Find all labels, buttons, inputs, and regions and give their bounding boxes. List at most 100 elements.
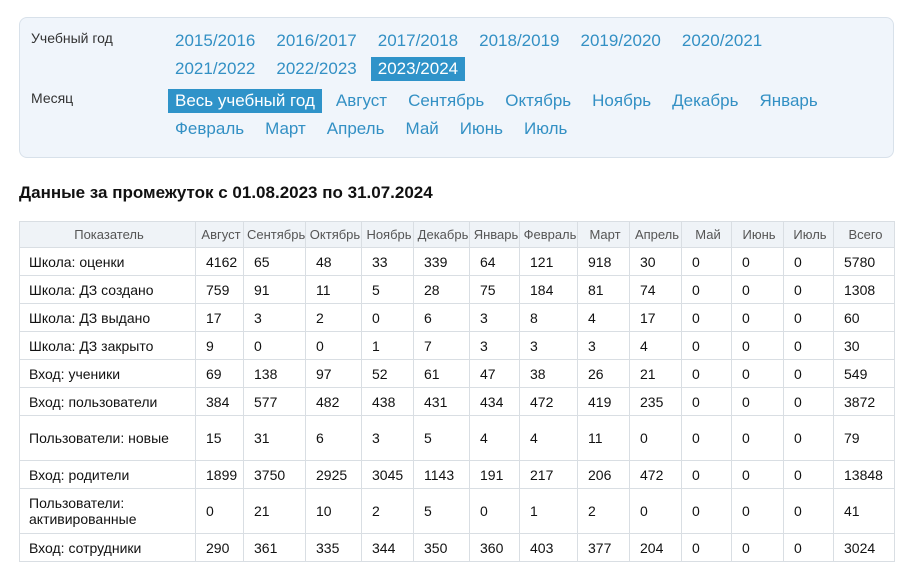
statistics-table: Показатель Август Сентябрь Октябрь Ноябрь Дек… — [19, 221, 895, 562]
table-row: Вход: родители 1899 3750 2925 3045 1143 191 217… — [19, 460, 895, 489]
year-option[interactable]: 2015/2016 — [168, 29, 262, 53]
column-header: Январь — [469, 221, 520, 248]
table-cell: 1308 — [833, 275, 895, 304]
table-cell: 5 — [413, 488, 470, 534]
month-option[interactable]: Ноябрь — [585, 89, 658, 113]
table-cell: 65 — [243, 247, 306, 276]
table-cell: 0 — [783, 533, 834, 562]
row-label: Вход: сотрудники — [19, 533, 196, 562]
month-option[interactable]: Весь учебный год — [168, 89, 322, 113]
month-option[interactable]: Апрель — [320, 117, 392, 141]
table-cell: 0 — [783, 275, 834, 304]
table-cell: 91 — [243, 275, 306, 304]
month-filter-label: Месяц — [31, 90, 74, 106]
table-cell: 4162 — [195, 247, 244, 276]
table-row: Школа: оценки 4162 65 48 33 339 64 121 918 30 0 0 0 5… — [19, 247, 895, 276]
table-cell: 0 — [783, 415, 834, 461]
table-cell: 26 — [577, 359, 630, 388]
column-header: Октябрь — [305, 221, 362, 248]
table-cell: 1 — [361, 331, 414, 360]
table-cell: 0 — [783, 331, 834, 360]
column-header: Май — [681, 221, 732, 248]
table-cell: 0 — [681, 331, 732, 360]
year-option[interactable]: 2020/2021 — [675, 29, 769, 53]
month-option[interactable]: Май — [398, 117, 445, 141]
table-cell: 0 — [783, 460, 834, 489]
table-cell: 918 — [577, 247, 630, 276]
table-cell: 1899 — [195, 460, 244, 489]
table-cell: 5 — [413, 415, 470, 461]
table-cell: 0 — [469, 488, 520, 534]
year-filter-label: Учебный год — [31, 30, 113, 46]
year-option[interactable]: 2017/2018 — [371, 29, 465, 53]
table-cell: 0 — [731, 415, 784, 461]
table-cell: 0 — [783, 488, 834, 534]
year-option[interactable]: 2021/2022 — [168, 57, 262, 81]
table-cell: 472 — [519, 387, 578, 416]
table-cell: 81 — [577, 275, 630, 304]
table-cell: 3024 — [833, 533, 895, 562]
month-option[interactable]: Декабрь — [665, 89, 745, 113]
table-cell: 0 — [731, 533, 784, 562]
table-cell: 9 — [195, 331, 244, 360]
table-cell: 217 — [519, 460, 578, 489]
table-cell: 2 — [361, 488, 414, 534]
row-label: Пользователи: активированные — [19, 488, 196, 534]
month-option[interactable]: Октябрь — [498, 89, 578, 113]
table-cell: 38 — [519, 359, 578, 388]
table-cell: 0 — [783, 387, 834, 416]
table-cell: 75 — [469, 275, 520, 304]
month-option[interactable]: Июнь — [453, 117, 510, 141]
table-cell: 204 — [629, 533, 682, 562]
table-cell: 759 — [195, 275, 244, 304]
table-cell: 434 — [469, 387, 520, 416]
column-header: Ноябрь — [361, 221, 414, 248]
table-cell: 30 — [833, 331, 895, 360]
table-cell: 0 — [195, 488, 244, 534]
table-cell: 0 — [629, 488, 682, 534]
table-row: Школа: ДЗ выдано 17 3 2 0 6 3 8 4 17 0 0 0 60 — [19, 303, 895, 332]
month-option[interactable]: Август — [329, 89, 394, 113]
table-cell: 4 — [469, 415, 520, 461]
table-row: Вход: сотрудники 290 361 335 344 350 360 403 377… — [19, 533, 895, 562]
table-cell: 8 — [519, 303, 578, 332]
month-option[interactable]: Февраль — [168, 117, 251, 141]
month-option[interactable]: Июль — [517, 117, 574, 141]
year-option[interactable]: 2016/2017 — [269, 29, 363, 53]
table-cell: 0 — [731, 387, 784, 416]
period-heading: Данные за промежуток с 01.08.2023 по 31.… — [19, 183, 433, 202]
column-header: Июль — [783, 221, 834, 248]
table-cell: 206 — [577, 460, 630, 489]
table-cell: 0 — [731, 359, 784, 388]
table-cell: 52 — [361, 359, 414, 388]
table-cell: 360 — [469, 533, 520, 562]
table-cell: 0 — [731, 331, 784, 360]
table-cell: 41 — [833, 488, 895, 534]
table-cell: 350 — [413, 533, 470, 562]
table-cell: 6 — [413, 303, 470, 332]
table-cell: 549 — [833, 359, 895, 388]
table-cell: 0 — [783, 359, 834, 388]
table-row: Пользователи: новые 15 31 6 3 5 4 4 11 0 0 0 0 79 — [19, 415, 895, 461]
table-cell: 0 — [783, 303, 834, 332]
month-option[interactable]: Январь — [752, 89, 824, 113]
table-cell: 121 — [519, 247, 578, 276]
table-cell: 3 — [243, 303, 306, 332]
year-option[interactable]: 2019/2020 — [574, 29, 668, 53]
table-cell: 15 — [195, 415, 244, 461]
table-cell: 384 — [195, 387, 244, 416]
month-option[interactable]: Март — [258, 117, 313, 141]
table-cell: 482 — [305, 387, 362, 416]
table-cell: 0 — [681, 460, 732, 489]
table-cell: 30 — [629, 247, 682, 276]
table-cell: 3750 — [243, 460, 306, 489]
month-option[interactable]: Сентябрь — [401, 89, 491, 113]
table-cell: 339 — [413, 247, 470, 276]
year-option[interactable]: 2023/2024 — [370, 57, 466, 81]
row-label: Пользователи: новые — [19, 415, 196, 461]
table-cell: 0 — [243, 331, 306, 360]
table-cell: 13848 — [833, 460, 895, 489]
year-option[interactable]: 2018/2019 — [472, 29, 566, 53]
year-option[interactable]: 2022/2023 — [269, 57, 363, 81]
table-cell: 0 — [681, 275, 732, 304]
